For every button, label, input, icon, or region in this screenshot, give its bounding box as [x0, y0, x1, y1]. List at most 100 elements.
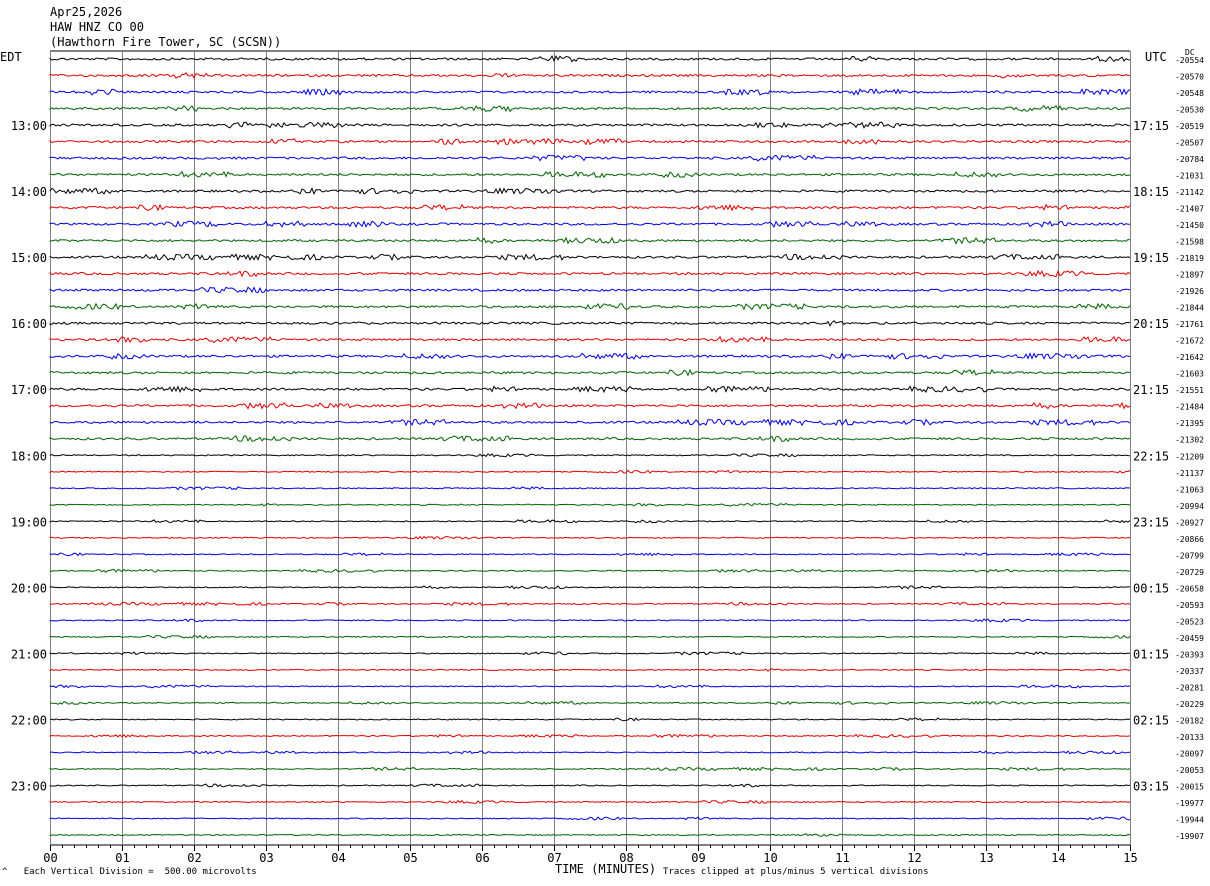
edt-hour-label: 23:00: [11, 779, 47, 793]
x-tick-label: 06: [475, 851, 489, 865]
utc-hour-label: 22:15: [1133, 449, 1169, 463]
trace-line: [49, 750, 1131, 755]
dc-offset-label: -21395: [1175, 419, 1204, 428]
trace-line: [49, 435, 1131, 443]
trace-line: [49, 585, 1130, 590]
utc-hour-label: 18:15: [1133, 185, 1169, 199]
trace-line: [49, 717, 1131, 722]
dc-offset-label: -21551: [1175, 386, 1204, 395]
x-tick-label: 05: [403, 851, 417, 865]
edt-hour-label: 13:00: [11, 119, 47, 133]
dc-offset-label: -21450: [1175, 221, 1204, 230]
dc-offset-label: -20229: [1175, 700, 1204, 709]
trace-line: [49, 401, 1131, 410]
dc-offset-label: -20658: [1175, 584, 1204, 593]
trace-line: [49, 486, 1131, 491]
trace-line: [49, 320, 1131, 327]
edt-hour-label: 18:00: [11, 449, 47, 463]
trace-line: [49, 269, 1131, 278]
dc-offset-label: -20554: [1175, 56, 1204, 65]
dc-offset-label: -21672: [1175, 337, 1204, 346]
dc-offset-label: -21209: [1175, 452, 1204, 461]
trace-line: [49, 253, 1131, 262]
dc-offset-label: -21137: [1175, 469, 1204, 478]
dc-offset-label: -21844: [1175, 304, 1204, 313]
utc-hour-label: 00:15: [1133, 581, 1169, 595]
trace-line: [49, 601, 1131, 606]
utc-hour-label: 01:15: [1133, 647, 1169, 661]
helicorder-chart: 00 01 02 03 04 05 06 07 08 09 10 11 12 13 14 15-20554-2…: [11, 50, 1204, 865]
dc-offset-label: -20784: [1175, 155, 1204, 164]
trace-line: [49, 799, 1131, 804]
footer-marker: ^: [2, 867, 8, 877]
edt-hour-label: 15:00: [11, 251, 47, 265]
dc-offset-label: -21761: [1175, 320, 1204, 329]
edt-hour-label: 17:00: [11, 383, 47, 397]
trace-line: [49, 552, 1131, 557]
trace-line: [49, 618, 1131, 623]
trace-line: [49, 816, 1131, 821]
dc-offset-label: -21819: [1175, 254, 1204, 263]
trace-line: [49, 385, 1131, 394]
dc-offset-label: -19977: [1175, 799, 1204, 808]
dc-offset-label: -20729: [1175, 568, 1204, 577]
trace-line: [49, 833, 1131, 837]
dc-offset-label: -21897: [1175, 271, 1204, 280]
dc-offset-label: -20530: [1175, 106, 1204, 115]
dc-offset-label: -20459: [1175, 634, 1204, 643]
edt-hour-label: 16:00: [11, 317, 47, 331]
trace-line: [49, 651, 1130, 656]
dc-offset-label: -20281: [1175, 683, 1204, 692]
x-tick-label: 14: [1051, 851, 1065, 865]
dc-offset-label: -21484: [1175, 403, 1204, 412]
utc-hour-label: 17:15: [1133, 119, 1169, 133]
x-tick-label: 01: [115, 851, 129, 865]
dc-offset-label: -20097: [1175, 749, 1204, 758]
dc-offset-label: -20994: [1175, 502, 1204, 511]
trace-line: [49, 368, 1131, 377]
trace-line: [49, 236, 1131, 245]
dc-offset-label: -21407: [1175, 205, 1204, 214]
dc-offset-label: -21926: [1175, 287, 1204, 296]
x-axis-title: TIME (MINUTES): [555, 862, 657, 876]
trace-line: [49, 220, 1131, 228]
edt-hour-label: 21:00: [11, 647, 47, 661]
dc-offset-label: -20927: [1175, 518, 1204, 527]
dc-offset-label: -20548: [1175, 89, 1204, 98]
x-tick-label: 00: [43, 851, 57, 865]
trace-line: [49, 187, 1131, 195]
x-tick-label: 03: [259, 851, 273, 865]
dc-offset-label: -20799: [1175, 551, 1204, 560]
dc-offset-label: -21598: [1175, 238, 1204, 247]
x-tick-label: 11: [835, 851, 849, 865]
dc-offset-label: -20593: [1175, 601, 1204, 610]
dc-offset-label: -21142: [1175, 188, 1204, 197]
dc-offset-label: -20523: [1175, 617, 1204, 626]
edt-hour-label: 22:00: [11, 713, 47, 727]
dc-offset-label: -20866: [1175, 535, 1204, 544]
edt-hour-label: 20:00: [11, 581, 47, 595]
trace-line: [49, 87, 1131, 96]
trace-line: [49, 72, 1131, 79]
trace-line: [49, 352, 1131, 361]
trace-line: [49, 668, 1131, 672]
dc-offset-label: -21031: [1175, 172, 1204, 181]
trace-line: [49, 55, 1131, 63]
clip-note: Traces clipped at plus/minus 5 vertical …: [663, 867, 929, 877]
trace-line: [49, 335, 1131, 344]
dc-offset-label: -21642: [1175, 353, 1204, 362]
edt-hour-label: 19:00: [11, 515, 47, 529]
trace-line: [49, 634, 1131, 639]
trace-line: [49, 286, 1131, 294]
trace-line: [49, 568, 1131, 573]
dc-offset-label: -21302: [1175, 436, 1204, 445]
trace-line: [49, 502, 1131, 507]
dc-offset-label: -20133: [1175, 733, 1204, 742]
utc-hour-label: 02:15: [1133, 713, 1169, 727]
x-tick-label: 15: [1123, 851, 1137, 865]
x-tick-label: 04: [331, 851, 345, 865]
dc-offset-label: -20519: [1175, 122, 1204, 131]
x-tick-label: 12: [907, 851, 921, 865]
trace-line: [49, 733, 1131, 739]
trace-line: [49, 137, 1131, 146]
